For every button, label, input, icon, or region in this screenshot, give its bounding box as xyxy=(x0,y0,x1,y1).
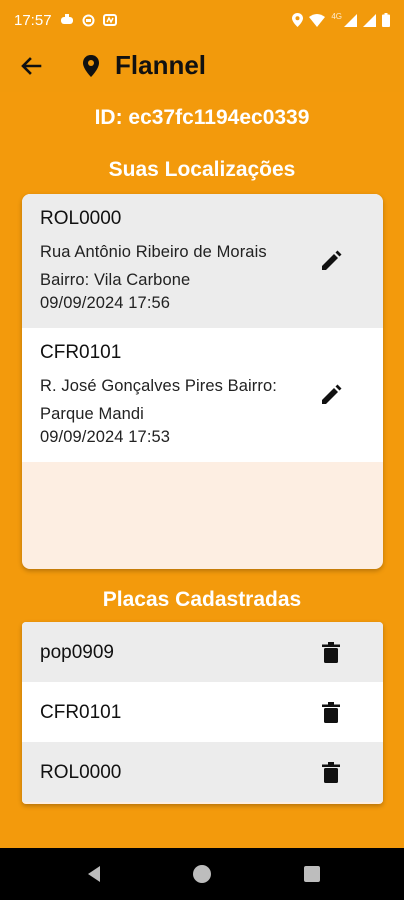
plates-title: Placas Cadastradas xyxy=(102,588,302,611)
location-item[interactable]: CFR0101 R. José Gonçalves Pires Bairro: … xyxy=(22,328,383,462)
navigation-bar xyxy=(0,848,404,900)
status-right: 4G xyxy=(292,11,390,27)
battery-icon xyxy=(382,13,390,27)
pencil-icon xyxy=(322,384,342,404)
location-item[interactable]: ROL0000 Rua Antônio Ribeiro de Morais Ba… xyxy=(22,194,383,328)
plate-label: pop0909 xyxy=(40,642,114,663)
plate-label: CFR0101 xyxy=(40,702,122,723)
nav-back-button[interactable] xyxy=(82,862,106,886)
nav-recents-button[interactable] xyxy=(300,862,324,886)
edit-location-button[interactable] xyxy=(320,384,342,406)
edit-location-button[interactable] xyxy=(320,250,342,272)
plate-label: ROL0000 xyxy=(40,762,122,783)
locations-card: ROL0000 Rua Antônio Ribeiro de Morais Ba… xyxy=(22,194,383,569)
delete-plate-button[interactable] xyxy=(322,762,340,784)
location-date: 09/09/2024 17:53 xyxy=(40,428,171,446)
signal-icon xyxy=(363,13,376,27)
home-circle-icon xyxy=(193,865,211,883)
plate-row[interactable]: pop0909 xyxy=(22,622,383,682)
recents-square-icon xyxy=(304,866,320,882)
location-code: ROL0000 xyxy=(40,208,122,229)
trash-icon xyxy=(322,702,340,723)
signal-icon xyxy=(344,13,357,27)
network-label: 4G xyxy=(331,11,342,21)
locations-title: Suas Localizações xyxy=(108,158,296,181)
trash-icon xyxy=(322,762,340,783)
back-button[interactable] xyxy=(18,54,44,78)
wifi-icon xyxy=(309,13,326,27)
delete-plate-button[interactable] xyxy=(322,702,340,724)
plate-row[interactable]: CFR0101 xyxy=(22,682,383,742)
location-icon xyxy=(292,13,304,27)
plates-card: pop0909 CFR0101 ROL0000 xyxy=(22,622,383,804)
status-time: 17:57 xyxy=(14,11,52,29)
location-code: CFR0101 xyxy=(40,342,122,363)
map-pin-icon xyxy=(81,54,101,78)
pencil-icon xyxy=(322,250,342,270)
media-icon xyxy=(102,14,117,26)
location-address: Rua Antônio Ribeiro de Morais Bairro: Vi… xyxy=(40,243,267,289)
game-controller-icon xyxy=(60,14,74,26)
nav-home-button[interactable] xyxy=(190,862,214,886)
status-bar: 17:57 4G xyxy=(0,0,404,40)
sync-icon xyxy=(82,14,95,27)
app-bar: Flannel xyxy=(0,40,404,92)
arrow-left-icon xyxy=(21,57,42,75)
plate-row[interactable]: ROL0000 xyxy=(22,742,383,802)
status-left: 17:57 xyxy=(14,12,117,29)
delete-plate-button[interactable] xyxy=(322,642,340,664)
user-id: ID: ec37fc1194ec0339 xyxy=(94,106,310,129)
app-title: Flannel xyxy=(115,50,207,80)
trash-icon xyxy=(322,642,340,663)
location-date: 09/09/2024 17:56 xyxy=(40,294,171,312)
back-triangle-icon xyxy=(88,866,100,882)
location-address: R. José Gonçalves Pires Bairro: Parque M… xyxy=(40,377,277,423)
